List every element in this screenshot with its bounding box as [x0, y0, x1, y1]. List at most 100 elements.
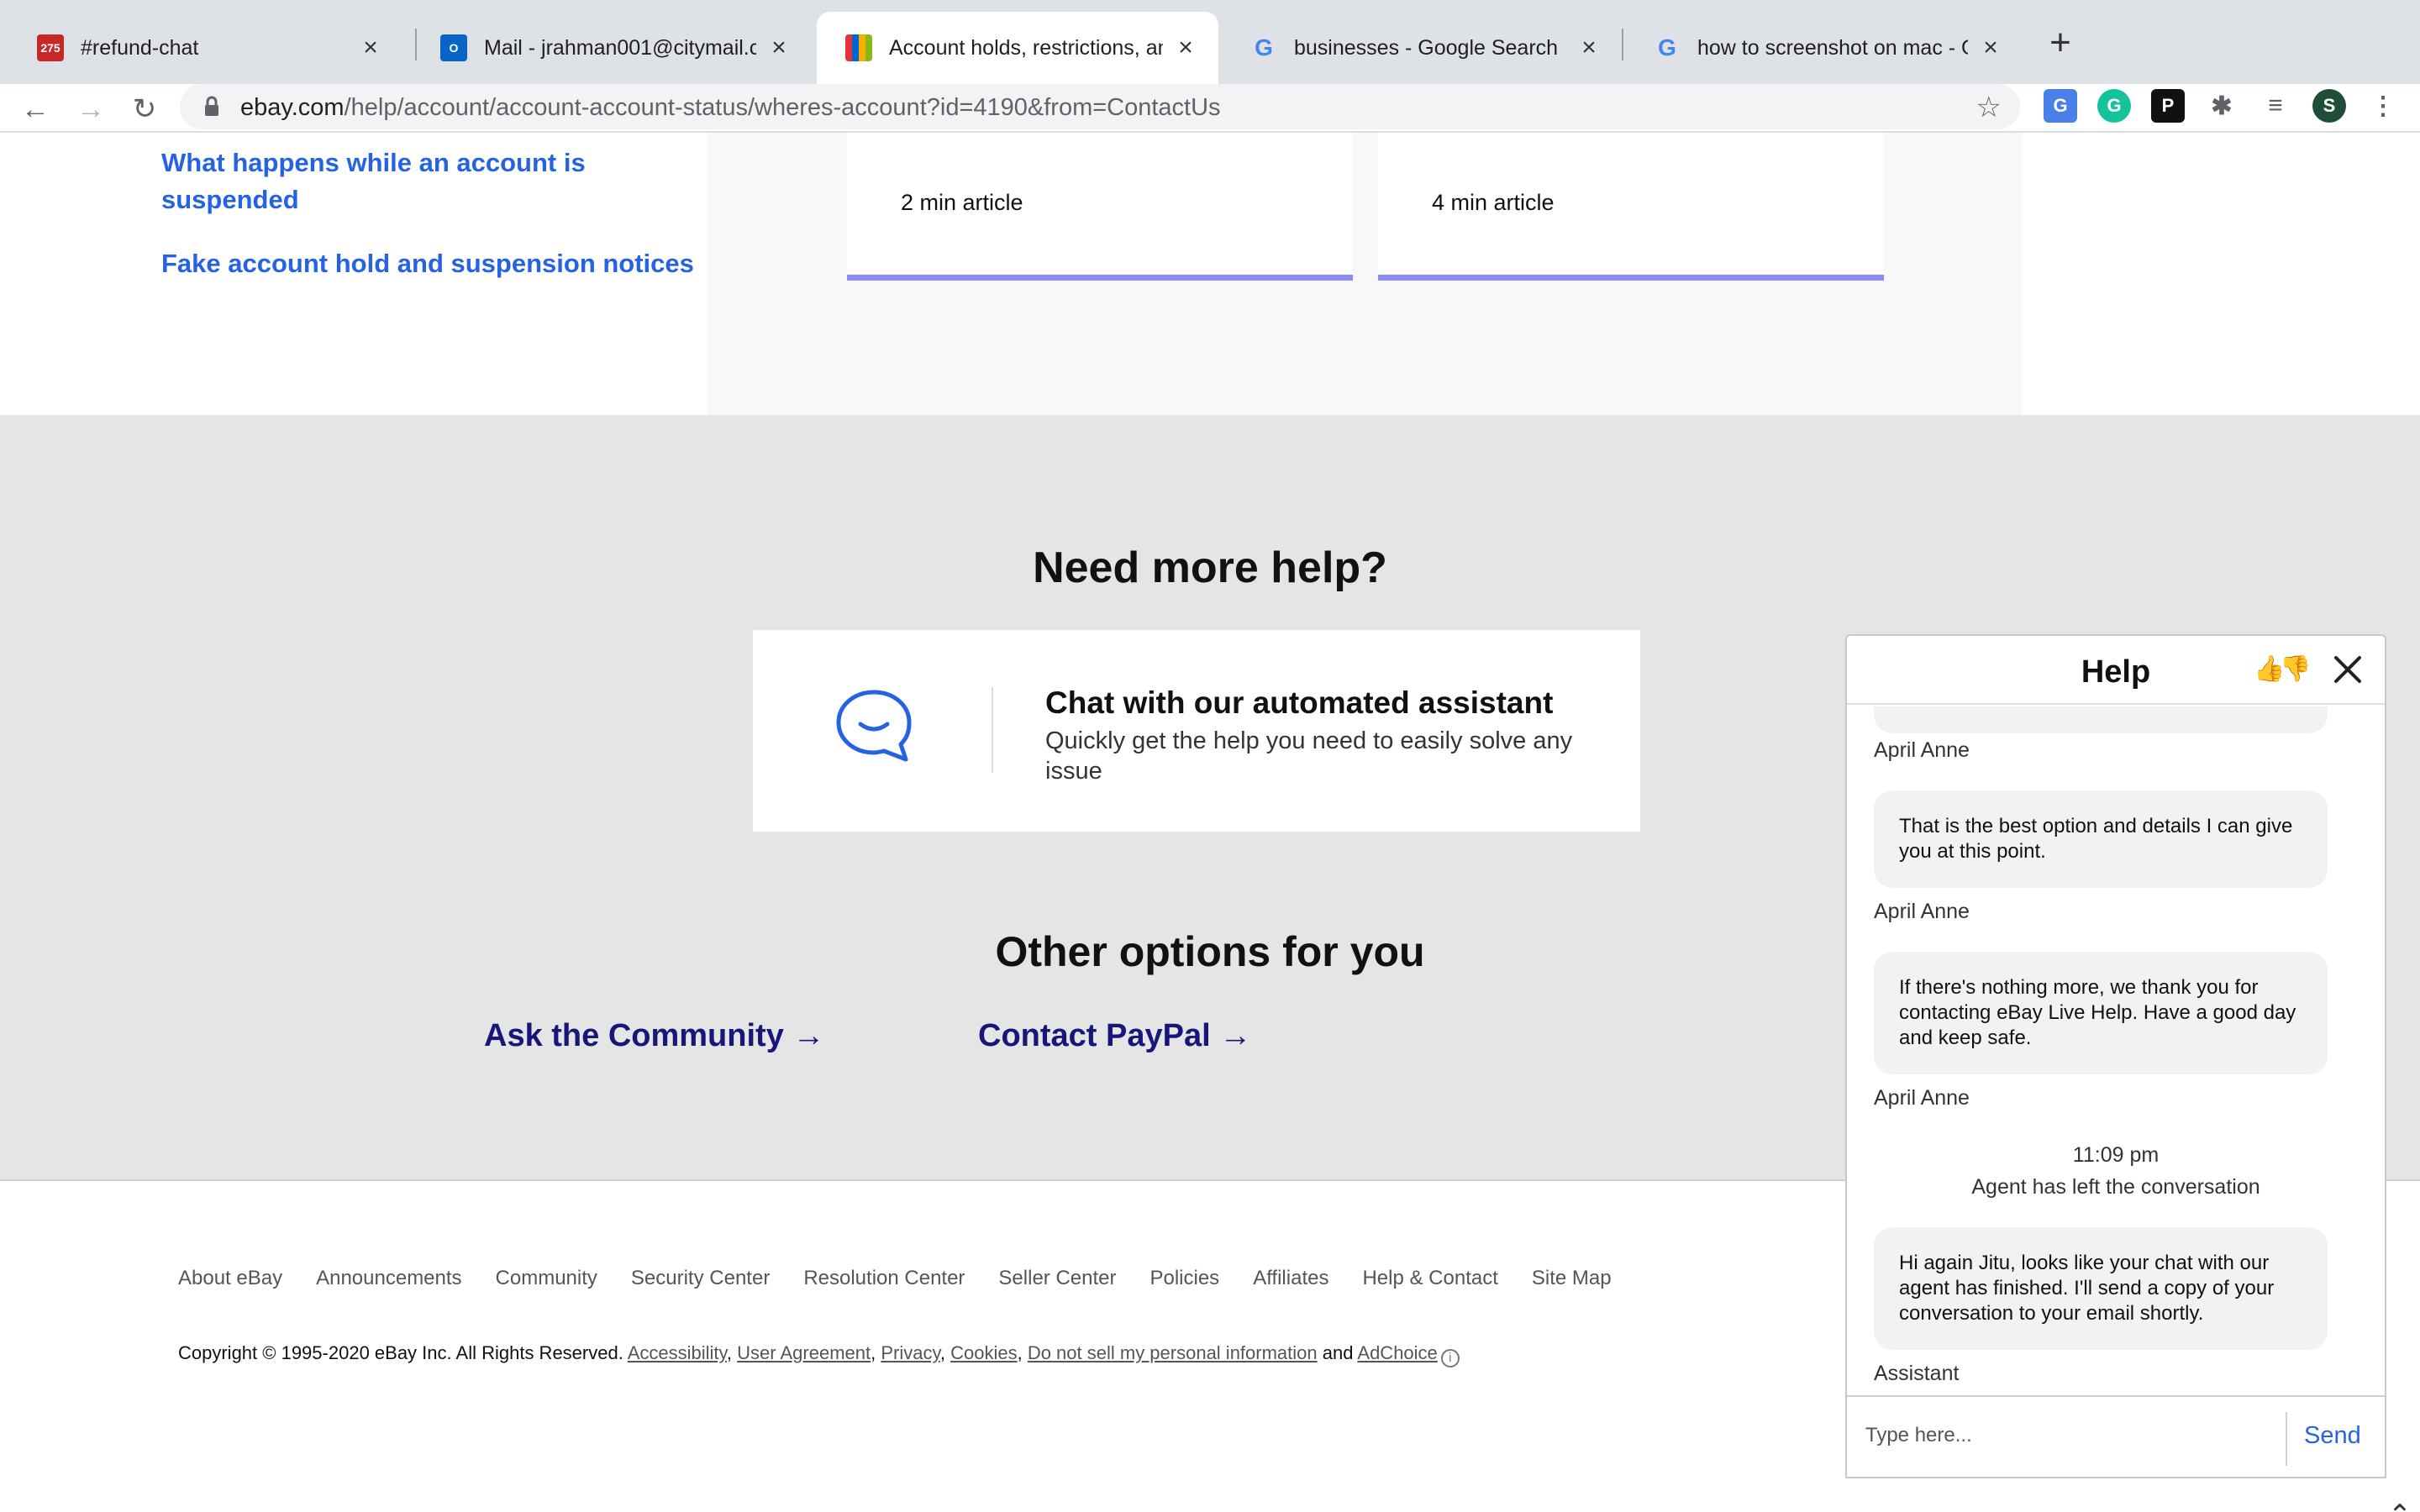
grammarly-extension-icon[interactable]: G	[2097, 89, 2131, 123]
message-bubble: That is the best option and details I ca…	[1874, 790, 2328, 888]
message-author: April Anne	[1874, 900, 1970, 923]
media-queue-icon[interactable]: ≡	[2259, 89, 2292, 123]
message-timestamp: 11:09 pm	[2072, 1143, 2160, 1167]
article-read-time: 4 min article	[1432, 190, 1555, 215]
message-text: That is the best option and details I ca…	[1899, 815, 2293, 863]
extensions-puzzle-icon[interactable]: ✱	[2205, 89, 2238, 123]
tab-title: Mail - jrahman001@citymail.cu	[484, 35, 756, 60]
tab-title: #refund-chat	[81, 35, 199, 60]
lock-icon	[205, 96, 218, 116]
message-text: Hi again Jitu, looks like your chat with…	[1899, 1252, 2275, 1325]
thumbs-feedback-icon[interactable]: 👍👎	[2254, 654, 2312, 684]
outlook-icon: O	[440, 34, 467, 61]
article-cards-area: 2 min article 4 min article	[708, 133, 2022, 415]
browser-menu-icon[interactable]: ⋮	[2366, 89, 2400, 123]
scroll-to-top-icon[interactable]: ⌃	[2380, 1499, 2420, 1512]
footer-link-security[interactable]: Security Center	[631, 1267, 770, 1290]
message-author: April Anne	[1874, 738, 1970, 762]
profile-initial: S	[2323, 95, 2336, 116]
tab-title: Account holds, restrictions, an	[889, 35, 1163, 60]
extension-letter: P	[2161, 95, 2175, 116]
calendar-badge-icon: 275	[37, 34, 64, 61]
browser-tab-strip: 275 #refund-chat × O Mail - jrahman001@c…	[0, 0, 2420, 84]
chat-card-title: Chat with our automated assistant	[1045, 685, 1554, 720]
footer-link-help-contact[interactable]: Help & Contact	[1362, 1267, 1497, 1290]
google-icon: G	[1658, 34, 1676, 60]
tab-mail[interactable]: O Mail - jrahman001@citymail.cu ×	[412, 12, 812, 84]
tab-badge: 275	[40, 41, 60, 55]
google-icon: G	[1255, 34, 1273, 60]
chat-messages: April Anne That is the best option and d…	[1847, 706, 2385, 1395]
and-text: and	[1322, 1342, 1354, 1363]
article-card[interactable]: 4 min article	[1378, 133, 1884, 281]
message-author: April Anne	[1874, 1086, 1970, 1110]
need-help-heading: Need more help?	[1033, 543, 1387, 592]
forward-arrow-icon[interactable]: →	[72, 91, 109, 128]
footer-nav: About eBay Announcements Community Secur…	[178, 1267, 1612, 1290]
copyright-line: Copyright © 1995-2020 eBay Inc. All Righ…	[178, 1342, 1460, 1368]
legal-link-do-not-sell[interactable]: Do not sell my personal information	[1028, 1342, 1318, 1363]
message-text: If there's nothing more, we thank you fo…	[1899, 976, 2296, 1049]
close-tab-icon[interactable]: ×	[766, 34, 792, 61]
tab-title: businesses - Google Search	[1294, 35, 1559, 60]
footer-link-affiliates[interactable]: Affiliates	[1253, 1267, 1328, 1290]
tab-refund-chat[interactable]: 275 #refund-chat ×	[8, 12, 403, 84]
footer-link-announcements[interactable]: Announcements	[316, 1267, 461, 1290]
address-bar[interactable]: ebay.com/help/account/account-account-st…	[180, 84, 2020, 129]
close-tab-icon[interactable]: ×	[1173, 34, 1198, 61]
tab-google-screenshot[interactable]: G how to screenshot on mac - Go ×	[1625, 12, 2023, 84]
article-card[interactable]: 2 min article	[847, 133, 1353, 281]
message-bubble: If there's nothing more, we thank you fo…	[1874, 952, 2328, 1074]
message-bubble: Hi again Jitu, looks like your chat with…	[1874, 1227, 2328, 1350]
related-link-suspended[interactable]: What happens while an account is suspend…	[161, 144, 699, 218]
close-tab-icon[interactable]: ×	[358, 34, 383, 61]
tab-account-holds[interactable]: Account holds, restrictions, an ×	[817, 12, 1218, 84]
bookmark-star-icon[interactable]: ☆	[1976, 91, 2002, 124]
tab-title: how to screenshot on mac - Go	[1697, 35, 1968, 60]
footer-link-community[interactable]: Community	[496, 1267, 597, 1290]
adchoice-info-icon: i	[1440, 1349, 1460, 1368]
chat-bubble-icon	[836, 690, 912, 762]
url-path: /help/account/account-account-status/whe…	[344, 94, 1221, 121]
footer-link-sitemap[interactable]: Site Map	[1532, 1267, 1612, 1290]
chat-input-bar: Send	[1847, 1395, 2385, 1477]
agent-left-notice: Agent has left the conversation	[1971, 1175, 2260, 1199]
footer-link-about[interactable]: About eBay	[178, 1267, 282, 1290]
legal-link-privacy[interactable]: Privacy	[881, 1342, 940, 1363]
footer-link-policies[interactable]: Policies	[1150, 1267, 1219, 1290]
footer-link-seller[interactable]: Seller Center	[998, 1267, 1116, 1290]
contact-paypal-link[interactable]: Contact PayPal →	[978, 1018, 1251, 1054]
legal-link-user-agreement[interactable]: User Agreement	[737, 1342, 871, 1363]
legal-link-adchoice[interactable]: AdChoice	[1357, 1342, 1437, 1363]
message-bubble	[1874, 706, 2328, 733]
send-button[interactable]: Send	[2304, 1422, 2361, 1450]
chat-card-description: Quickly get the help you need to easily …	[1045, 727, 1573, 785]
message-author: Assistant	[1874, 1362, 1960, 1385]
profile-avatar[interactable]: S	[2312, 89, 2346, 123]
producthunt-extension-icon[interactable]: P	[2151, 89, 2185, 123]
url-text: ebay.com/help/account/account-account-st…	[240, 94, 1221, 122]
reload-icon[interactable]: ↻	[126, 91, 163, 128]
translate-extension-icon[interactable]: G	[2044, 89, 2077, 123]
ebay-bag-icon	[845, 34, 872, 61]
close-tab-icon[interactable]: ×	[1576, 34, 1602, 61]
close-chat-icon[interactable]	[2328, 649, 2368, 690]
related-link-fake-notices[interactable]: Fake account hold and suspension notices	[161, 245, 699, 282]
legal-link-accessibility[interactable]: Accessibility	[628, 1342, 727, 1363]
tab-divider	[1622, 29, 1623, 60]
ask-community-link[interactable]: Ask the Community →	[484, 1018, 824, 1054]
article-read-time: 2 min article	[901, 190, 1023, 215]
url-host: ebay.com	[240, 94, 345, 121]
copyright-text: Copyright © 1995-2020 eBay Inc. All Righ…	[178, 1342, 623, 1363]
new-tab-button[interactable]: +	[2040, 24, 2081, 64]
tab-google-businesses[interactable]: G businesses - Google Search ×	[1222, 12, 1622, 84]
card-divider	[992, 687, 993, 773]
back-arrow-icon[interactable]: ←	[17, 91, 54, 128]
related-articles-list: What happens while an account is suspend…	[161, 144, 699, 309]
close-tab-icon[interactable]: ×	[1978, 34, 2003, 61]
legal-link-cookies[interactable]: Cookies	[950, 1342, 1017, 1363]
chat-assistant-card[interactable]: Chat with our automated assistant Quickl…	[753, 630, 1640, 832]
footer-link-resolution[interactable]: Resolution Center	[803, 1267, 965, 1290]
input-divider	[2286, 1412, 2287, 1466]
chat-message-input[interactable]	[1865, 1410, 2269, 1461]
